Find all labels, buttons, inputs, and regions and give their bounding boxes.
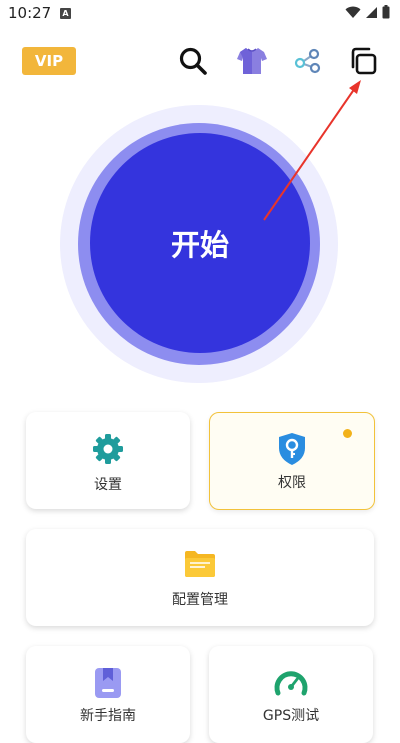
status-icons: [345, 5, 390, 19]
copy-button[interactable]: [346, 44, 380, 78]
share-button[interactable]: [291, 44, 325, 78]
guide-card[interactable]: 新手指南: [26, 646, 190, 743]
status-time: 10:27: [8, 4, 52, 22]
theme-button[interactable]: [235, 44, 269, 78]
permissions-card[interactable]: 权限: [209, 412, 375, 510]
folder-icon: [185, 551, 215, 577]
copy-icon: [351, 47, 377, 75]
vip-badge[interactable]: VIP: [22, 47, 76, 75]
search-button[interactable]: [176, 44, 210, 78]
gauge-icon: [274, 671, 308, 696]
key-shield-icon: [279, 433, 305, 465]
battery-icon: [382, 5, 390, 19]
notification-icon: A: [60, 8, 71, 19]
start-button[interactable]: 开始: [90, 133, 310, 353]
notification-dot: [343, 429, 352, 438]
bookmark-icon: [95, 668, 121, 698]
share-icon: [294, 48, 321, 74]
gear-icon: [93, 434, 123, 464]
config-management-card[interactable]: 配置管理: [26, 529, 374, 626]
wifi-icon: [345, 6, 361, 18]
settings-card[interactable]: 设置: [26, 412, 190, 509]
permissions-label: 权限: [278, 475, 306, 491]
gps-test-label: GPS测试: [262, 708, 320, 724]
signal-icon: [366, 6, 377, 18]
config-management-label: 配置管理: [172, 592, 228, 608]
gps-test-card[interactable]: GPS测试: [209, 646, 373, 743]
search-icon: [179, 47, 207, 75]
guide-label: 新手指南: [80, 708, 136, 724]
tshirt-icon: [237, 48, 267, 74]
settings-label: 设置: [94, 477, 122, 493]
